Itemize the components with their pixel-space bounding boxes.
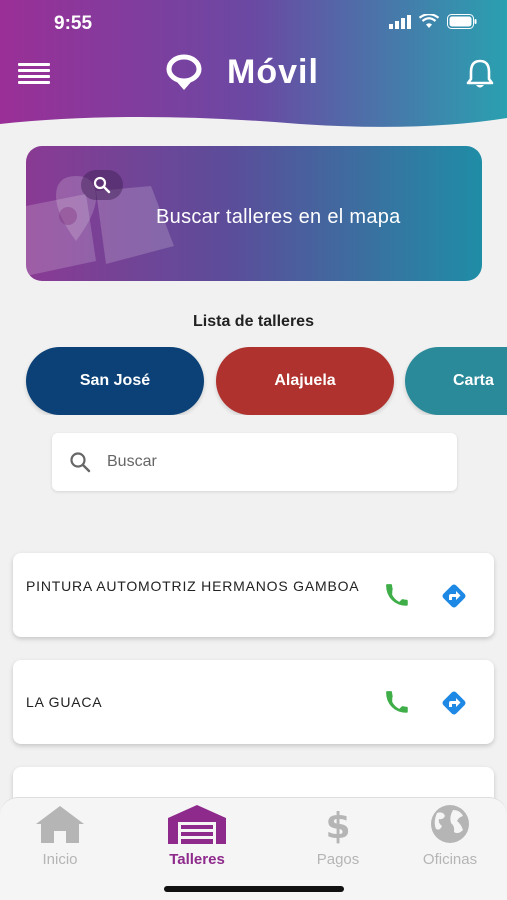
home-icon: [36, 806, 84, 843]
signal-icon: [389, 14, 411, 29]
app-header: 9:55 Móvil: [0, 0, 507, 130]
nav-pagos[interactable]: $ Pagos: [283, 804, 393, 868]
search-icon: [70, 452, 91, 473]
phone-icon[interactable]: [385, 583, 411, 609]
province-san-jose-button[interactable]: San José: [26, 347, 204, 415]
directions-icon[interactable]: [439, 581, 469, 611]
province-filter: San José Alajuela Carta: [0, 347, 507, 415]
status-icons: [389, 14, 477, 29]
svg-text:$: $: [325, 806, 350, 844]
workshop-card[interactable]: LA GUACA: [13, 660, 494, 744]
globe-icon: [431, 805, 469, 843]
workshop-search-box: [52, 433, 457, 491]
brand-name: Móvil: [227, 53, 319, 91]
bottom-navigation: Inicio Talleres $ Pagos Oficinas: [0, 797, 507, 900]
workshop-name: PINTURA AUTOMOTRIZ HERMANOS GAMBOA: [26, 578, 360, 594]
map-search-icon: [81, 170, 123, 200]
dollar-icon: $: [325, 806, 350, 847]
notifications-bell-icon[interactable]: [465, 58, 495, 90]
garage-icon: [168, 805, 226, 844]
nav-oficinas[interactable]: Oficinas: [395, 804, 505, 868]
status-bar: 9:55: [0, 10, 507, 40]
directions-icon[interactable]: [439, 688, 469, 718]
phone-icon[interactable]: [385, 690, 411, 716]
map-search-label: Buscar talleres en el mapa: [156, 206, 401, 228]
nav-pagos-label: Pagos: [316, 851, 360, 868]
nav-talleres[interactable]: Talleres: [142, 804, 252, 868]
workshop-name: LA GUACA: [26, 694, 103, 710]
status-time: 9:55: [54, 13, 93, 34]
province-alajuela-button[interactable]: Alajuela: [216, 347, 394, 415]
brand-logo: Móvil: [165, 53, 319, 92]
nav-inicio-label: Inicio: [42, 851, 78, 868]
province-cartago-button[interactable]: Carta: [405, 347, 507, 415]
wifi-icon: [419, 14, 439, 28]
nav-inicio[interactable]: Inicio: [5, 804, 115, 868]
menu-button[interactable]: [18, 63, 50, 85]
nav-oficinas-label: Oficinas: [422, 851, 478, 868]
workshop-list-title: Lista de talleres: [193, 313, 314, 330]
home-indicator: [164, 886, 344, 892]
map-search-banner[interactable]: Buscar talleres en el mapa: [26, 146, 482, 281]
workshop-card[interactable]: PINTURA AUTOMOTRIZ HERMANOS GAMBOA: [13, 553, 494, 637]
search-input[interactable]: [107, 453, 427, 471]
battery-icon: [447, 14, 477, 29]
brand-logo-icon: [166, 54, 202, 90]
nav-talleres-label: Talleres: [169, 851, 225, 868]
